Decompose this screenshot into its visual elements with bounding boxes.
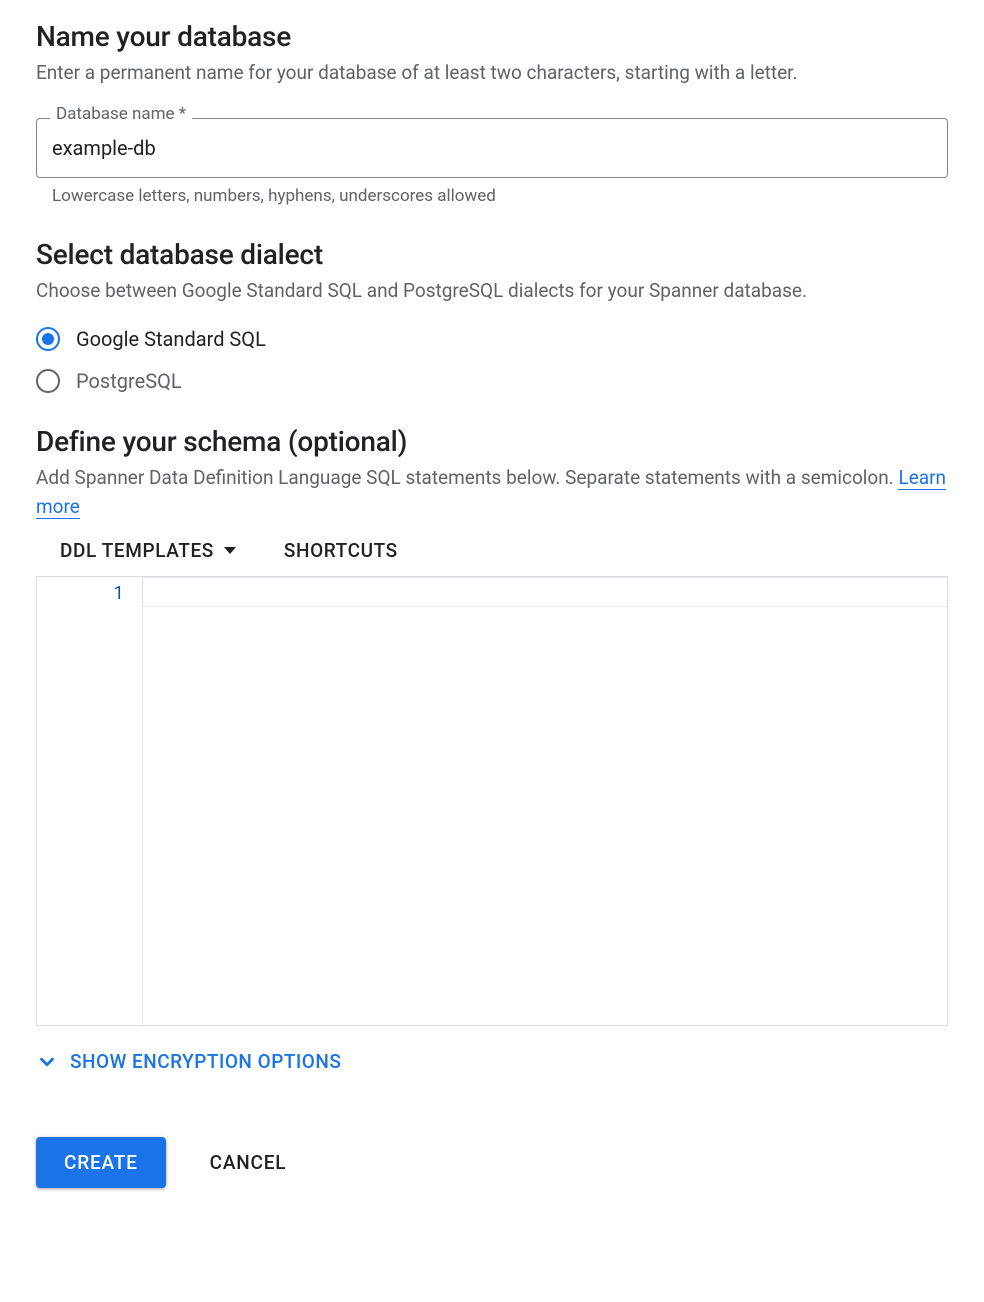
code-line-1: 1 — [37, 577, 947, 607]
name-database-title: Name your database — [36, 20, 948, 53]
name-database-section: Name your database Enter a permanent nam… — [36, 20, 948, 206]
code-content[interactable] — [143, 577, 947, 607]
name-database-desc: Enter a permanent name for your database… — [36, 59, 948, 88]
dialect-option-postgresql[interactable]: PostgreSQL — [36, 369, 948, 393]
radio-icon — [36, 369, 60, 393]
database-name-field[interactable]: Database name * — [36, 118, 948, 178]
radio-label: PostgreSQL — [76, 369, 182, 393]
show-encryption-options-toggle[interactable]: SHOW ENCRYPTION OPTIONS — [36, 1050, 341, 1073]
radio-icon — [36, 327, 60, 351]
schema-title: Define your schema (optional) — [36, 425, 948, 458]
dialect-radio-group: Google Standard SQL PostgreSQL — [36, 327, 948, 393]
code-editor-body[interactable] — [37, 607, 947, 1025]
ddl-templates-button[interactable]: DDL TEMPLATES — [60, 539, 236, 562]
gutter-column — [37, 607, 143, 1025]
ddl-templates-label: DDL TEMPLATES — [60, 539, 214, 562]
ddl-code-editor[interactable]: 1 — [36, 576, 948, 1026]
caret-down-icon — [224, 547, 236, 554]
action-buttons: CREATE CANCEL — [36, 1137, 948, 1188]
active-line-highlight — [143, 577, 947, 607]
editor-toolbar: DDL TEMPLATES SHORTCUTS — [36, 521, 948, 576]
chevron-down-icon — [36, 1051, 58, 1073]
radio-label: Google Standard SQL — [76, 327, 266, 351]
schema-desc: Add Spanner Data Definition Language SQL… — [36, 464, 948, 521]
dialect-desc: Choose between Google Standard SQL and P… — [36, 277, 948, 306]
database-name-hint: Lowercase letters, numbers, hyphens, und… — [36, 186, 948, 206]
dialect-section: Select database dialect Choose between G… — [36, 238, 948, 394]
schema-section: Define your schema (optional) Add Spanne… — [36, 425, 948, 1077]
shortcuts-label: SHORTCUTS — [284, 539, 398, 562]
database-name-input[interactable] — [36, 118, 948, 178]
dialect-option-google-standard-sql[interactable]: Google Standard SQL — [36, 327, 948, 351]
encryption-toggle-label: SHOW ENCRYPTION OPTIONS — [70, 1050, 341, 1073]
shortcuts-button[interactable]: SHORTCUTS — [284, 539, 398, 562]
dialect-title: Select database dialect — [36, 238, 948, 271]
cancel-button[interactable]: CANCEL — [202, 1137, 295, 1188]
line-number: 1 — [37, 577, 143, 607]
create-button[interactable]: CREATE — [36, 1137, 166, 1188]
schema-desc-text: Add Spanner Data Definition Language SQL… — [36, 466, 898, 489]
